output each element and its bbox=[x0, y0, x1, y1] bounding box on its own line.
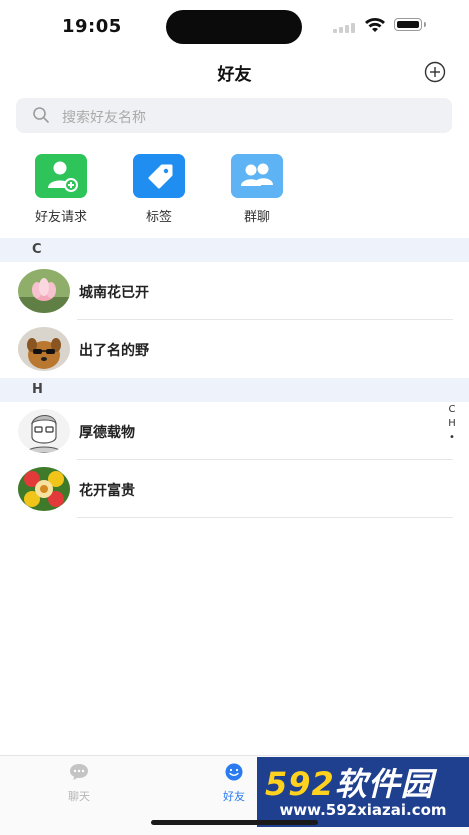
status-bar: 19:05 bbox=[0, 0, 469, 50]
status-time: 19:05 bbox=[62, 16, 122, 37]
watermark-text: 软件园 bbox=[334, 765, 434, 803]
search-placeholder: 搜索好友名称 bbox=[62, 110, 146, 126]
chat-bubble-icon bbox=[70, 764, 88, 780]
smile-face-icon bbox=[225, 763, 243, 781]
section-header-c: C bbox=[0, 238, 469, 262]
add-user-icon bbox=[35, 154, 87, 198]
dynamic-island bbox=[166, 10, 302, 44]
search-input[interactable]: 搜索好友名称 bbox=[16, 98, 452, 133]
index-letter[interactable]: H bbox=[446, 417, 458, 431]
contact-name: 花开富贵 bbox=[79, 483, 135, 499]
section-header-h: H bbox=[0, 378, 469, 402]
shortcut-label: 群聊 bbox=[243, 210, 270, 225]
contact-name: 厚德载物 bbox=[79, 425, 135, 441]
contact-name: 城南花已开 bbox=[79, 285, 149, 301]
friend-requests-shortcut[interactable]: 好友请求 bbox=[21, 154, 101, 225]
tag-icon bbox=[133, 154, 185, 198]
index-dot[interactable]: • bbox=[446, 431, 458, 445]
wifi-icon bbox=[365, 18, 385, 32]
alphabet-index[interactable]: C H • bbox=[446, 403, 458, 445]
page-title: 好友 bbox=[217, 65, 252, 85]
add-circle-icon[interactable] bbox=[424, 61, 446, 83]
avatar bbox=[18, 467, 70, 511]
watermark-url: www.592xiazai.com bbox=[279, 801, 447, 819]
battery-icon bbox=[394, 18, 422, 31]
home-indicator bbox=[151, 820, 318, 825]
tab-chat[interactable]: 聊天 bbox=[49, 762, 109, 804]
cellular-signal-icon bbox=[333, 21, 357, 33]
group-chats-shortcut[interactable]: 群聊 bbox=[217, 154, 297, 225]
contact-row[interactable]: 出了名的野 bbox=[0, 320, 469, 378]
tab-label: 好友 bbox=[223, 790, 245, 803]
avatar bbox=[18, 327, 70, 371]
index-letter[interactable]: C bbox=[446, 403, 458, 417]
group-icon bbox=[231, 154, 283, 198]
section-letter: C bbox=[32, 242, 42, 257]
section-letter: H bbox=[32, 382, 43, 397]
contact-row[interactable]: 花开富贵 bbox=[0, 460, 469, 518]
shortcut-label: 好友请求 bbox=[34, 210, 87, 225]
tab-friends[interactable]: 好友 bbox=[204, 762, 264, 804]
avatar bbox=[18, 409, 70, 453]
shortcut-label: 标签 bbox=[145, 210, 172, 225]
avatar bbox=[18, 269, 70, 313]
contact-name: 出了名的野 bbox=[79, 343, 149, 359]
watermark-logo: 592软件园 www.592xiazai.com bbox=[257, 757, 469, 827]
search-icon bbox=[33, 107, 49, 123]
tab-label: 聊天 bbox=[68, 790, 90, 803]
tags-shortcut[interactable]: 标签 bbox=[119, 154, 199, 225]
contact-row[interactable]: 城南花已开 bbox=[0, 262, 469, 320]
watermark-number: 592 bbox=[265, 765, 335, 803]
contact-row[interactable]: 厚德载物 bbox=[0, 402, 469, 460]
